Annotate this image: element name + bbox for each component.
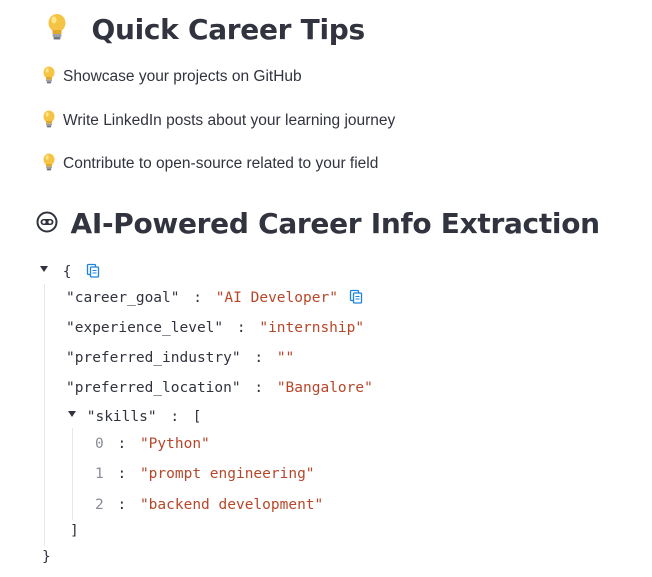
json-key: "skills" <box>86 409 157 425</box>
json-value: "Bangalore" <box>276 380 373 396</box>
open-brace: { <box>62 264 72 280</box>
page: Quick Career Tips Showcase your projects… <box>0 0 652 577</box>
json-value: "" <box>276 350 295 366</box>
json-index: 0 <box>95 436 104 452</box>
copy-icon[interactable] <box>349 289 363 310</box>
json-array-item: 0 : "Python" <box>95 434 210 454</box>
tip-item: Contribute to open-source related to you… <box>41 153 378 177</box>
json-value: "backend development" <box>139 497 324 513</box>
close-bracket: ] <box>70 523 79 539</box>
close-brace: } <box>42 549 51 565</box>
json-value: "internship" <box>259 320 365 336</box>
json-value: "AI Developer" <box>215 290 338 306</box>
json-colon: : <box>170 409 180 425</box>
tip-text: Write LinkedIn posts about your learning… <box>63 112 396 129</box>
json-array-item: 1 : "prompt engineering" <box>95 464 315 484</box>
json-colon: : <box>193 290 202 306</box>
json-colon: : <box>117 466 127 482</box>
robot-face-icon <box>36 210 58 238</box>
json-key: "preferred_industry" <box>66 350 241 366</box>
json-key: "career_goal" <box>66 290 180 306</box>
json-value: "Python" <box>139 436 210 452</box>
json-field-row: "preferred_industry" : "" <box>66 348 294 368</box>
json-array-item: 2 : "backend development" <box>95 495 323 515</box>
page-title-extraction: AI-Powered Career Info Extraction <box>70 207 600 240</box>
tip-text: Showcase your projects on GitHub <box>63 68 302 85</box>
json-colon: : <box>254 350 264 366</box>
career-extraction-heading: AI-Powered Career Info Extraction <box>36 209 600 238</box>
json-root-close: } <box>42 547 51 567</box>
lightbulb-icon <box>41 110 57 134</box>
collapse-caret-icon[interactable] <box>68 411 76 417</box>
json-key: "experience_level" <box>66 320 224 336</box>
lightbulb-icon <box>44 13 70 46</box>
copy-icon[interactable] <box>86 263 100 284</box>
json-field-row: "experience_level" : "internship" <box>66 318 364 338</box>
json-skills-open: "skills" : [ <box>68 407 202 427</box>
json-index: 1 <box>95 466 104 482</box>
json-value: "prompt engineering" <box>139 466 315 482</box>
json-root-open: { <box>40 262 100 284</box>
json-indent-guide <box>44 284 45 546</box>
json-indent-guide <box>72 428 73 520</box>
quick-career-tips-heading: Quick Career Tips <box>44 13 365 46</box>
lightbulb-icon <box>41 66 57 90</box>
json-index: 2 <box>95 497 104 513</box>
collapse-caret-icon[interactable] <box>40 266 48 272</box>
json-key: "preferred_location" <box>66 380 241 396</box>
json-colon: : <box>117 497 127 513</box>
json-skills-close: ] <box>70 521 79 541</box>
open-bracket: [ <box>192 409 202 425</box>
tip-text: Contribute to open-source related to you… <box>63 155 379 172</box>
json-colon: : <box>236 320 246 336</box>
page-title-tips: Quick Career Tips <box>91 12 365 46</box>
tip-item: Showcase your projects on GitHub <box>41 66 302 90</box>
lightbulb-icon <box>41 153 57 177</box>
tip-item: Write LinkedIn posts about your learning… <box>41 110 395 134</box>
json-field-row: "preferred_location" : "Bangalore" <box>66 378 373 398</box>
json-field-row: "career_goal" : "AI Developer" <box>66 288 363 310</box>
json-colon: : <box>117 436 127 452</box>
json-colon: : <box>254 380 264 396</box>
